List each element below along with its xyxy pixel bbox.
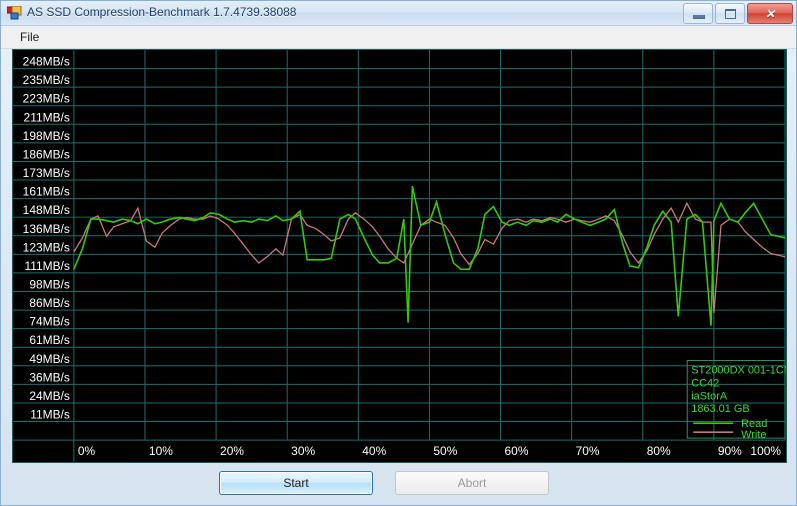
close-icon: ✕ (764, 6, 776, 21)
y-axis-tick-label: 173MB/s (23, 166, 70, 180)
start-button[interactable]: Start (219, 471, 373, 495)
y-axis-tick-label: 248MB/s (23, 55, 70, 69)
x-axis-tick-label: 90% (718, 444, 742, 458)
plot-background (13, 50, 786, 462)
x-axis-tick-label: 10% (149, 444, 173, 458)
y-axis-tick-label: 186MB/s (23, 147, 70, 161)
y-axis-tick-label: 111MB/s (24, 259, 69, 273)
y-axis-tick-label: 98MB/s (29, 278, 70, 292)
app-icon (6, 5, 22, 20)
chart-canvas: 248MB/s 235MB/s 223MB/s 211MB/s 198MB/s 186MB… (13, 50, 786, 462)
y-axis-tick-label: 161MB/s (23, 185, 70, 199)
y-axis-tick-label: 136MB/s (23, 222, 70, 236)
menu-bar: File (1, 26, 796, 49)
y-axis-tick-label: 24MB/s (29, 389, 70, 403)
legend-capacity: 1863.01 GB (691, 403, 749, 415)
x-axis-tick-label: 0% (78, 444, 96, 458)
x-axis-tick-label: 50% (433, 444, 457, 458)
y-axis-tick-label: 36MB/s (29, 370, 70, 384)
x-axis-tick-label: 60% (505, 444, 529, 458)
y-axis-tick-label: 235MB/s (23, 73, 70, 87)
legend-drive-model: ST2000DX 001-1CM (691, 364, 786, 376)
y-axis-tick-label: 211MB/s (24, 110, 70, 124)
legend-write-label: Write (741, 429, 766, 441)
benchmark-chart: 248MB/s 235MB/s 223MB/s 211MB/s 198MB/s 186MB… (12, 49, 787, 463)
x-axis-tick-label: 30% (291, 444, 315, 458)
x-axis-tick-label: 100% (750, 444, 781, 458)
y-axis-tick-label: 61MB/s (29, 333, 70, 347)
window-title: AS SSD Compression-Benchmark 1.7.4739.38… (27, 5, 297, 19)
app-window: AS SSD Compression-Benchmark 1.7.4739.38… (0, 0, 797, 506)
y-axis-tick-label: 223MB/s (23, 92, 70, 106)
y-axis-tick-label: 198MB/s (23, 129, 70, 143)
x-axis-tick-label: 20% (220, 444, 244, 458)
x-axis-tick-label: 70% (576, 444, 600, 458)
maximize-button[interactable] (715, 3, 745, 24)
x-axis-tick-label: 40% (362, 444, 386, 458)
y-axis-tick-label: 49MB/s (29, 352, 70, 366)
abort-button: Abort (395, 471, 549, 495)
button-bar: Start Abort (1, 463, 797, 505)
close-button[interactable]: ✕ (747, 3, 793, 24)
y-axis-tick-label: 123MB/s (23, 240, 70, 254)
menu-item-file[interactable]: File (11, 28, 48, 46)
legend-driver: iaStorA (691, 390, 728, 402)
title-bar: AS SSD Compression-Benchmark 1.7.4739.38… (1, 1, 796, 26)
legend-firmware: CC42 (691, 377, 719, 389)
y-axis-tick-label: 11MB/s (30, 408, 70, 422)
y-axis-tick-label: 74MB/s (29, 315, 70, 329)
y-axis-tick-label: 148MB/s (23, 203, 70, 217)
minimize-button[interactable] (683, 3, 713, 24)
x-axis-tick-label: 80% (647, 444, 671, 458)
y-axis-tick-label: 86MB/s (29, 296, 70, 310)
window-controls: ✕ (683, 3, 793, 24)
